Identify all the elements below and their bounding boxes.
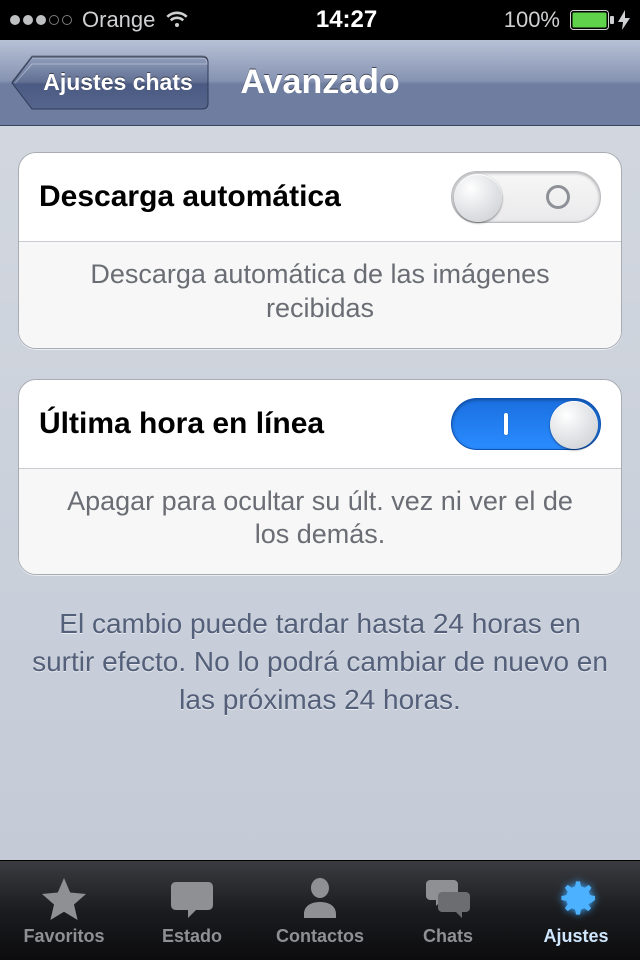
back-button[interactable]: Ajustes chats xyxy=(10,55,210,111)
footer-note: El cambio puede tardar hasta 24 horas en… xyxy=(18,605,622,718)
back-button-label: Ajustes chats xyxy=(36,55,200,111)
tab-favorites[interactable]: Favoritos xyxy=(0,861,128,960)
star-icon xyxy=(40,874,88,922)
gear-icon xyxy=(552,874,600,922)
tab-label: Ajustes xyxy=(543,926,608,947)
battery-percent: 100% xyxy=(504,7,560,33)
tab-settings[interactable]: Ajustes xyxy=(512,861,640,960)
group-auto-download: Descarga automática Descarga automática … xyxy=(18,152,622,349)
auto-download-toggle[interactable] xyxy=(451,171,601,223)
row-auto-download: Descarga automática xyxy=(19,153,621,242)
toggle-knob xyxy=(550,401,598,449)
tab-label: Contactos xyxy=(276,926,364,947)
last-seen-toggle[interactable] xyxy=(451,398,601,450)
tab-bar: Favoritos Estado Contactos Chats Ajustes xyxy=(0,860,640,960)
carrier-label: Orange xyxy=(82,7,155,33)
row-last-seen: Última hora en línea xyxy=(19,380,621,469)
clock: 14:27 xyxy=(189,6,503,34)
quote-icon xyxy=(168,874,216,922)
toggle-on-icon xyxy=(504,413,508,435)
charging-icon xyxy=(618,10,630,30)
auto-download-label: Descarga automática xyxy=(39,180,451,214)
last-seen-label: Última hora en línea xyxy=(39,407,451,441)
person-icon xyxy=(296,874,344,922)
tab-label: Estado xyxy=(162,926,222,947)
battery-icon xyxy=(570,10,630,30)
last-seen-desc: Apagar para ocultar su últ. vez ni ver e… xyxy=(19,469,621,575)
status-bar: Orange 14:27 100% xyxy=(0,0,640,40)
wifi-icon xyxy=(165,8,189,32)
nav-header: Ajustes chats Avanzado xyxy=(0,40,640,126)
tab-chats[interactable]: Chats xyxy=(384,861,512,960)
content: Descarga automática Descarga automática … xyxy=(0,126,640,860)
status-left: Orange xyxy=(10,7,189,33)
signal-strength-icon xyxy=(10,15,72,25)
tab-contacts[interactable]: Contactos xyxy=(256,861,384,960)
tab-status[interactable]: Estado xyxy=(128,861,256,960)
status-right: 100% xyxy=(504,7,630,33)
group-last-seen: Última hora en línea Apagar para ocultar… xyxy=(18,379,622,576)
chats-icon xyxy=(424,874,472,922)
auto-download-desc: Descarga automática de las imágenes reci… xyxy=(19,242,621,348)
toggle-knob xyxy=(454,174,502,222)
tab-label: Chats xyxy=(423,926,473,947)
toggle-off-icon xyxy=(546,185,570,209)
tab-label: Favoritos xyxy=(23,926,104,947)
